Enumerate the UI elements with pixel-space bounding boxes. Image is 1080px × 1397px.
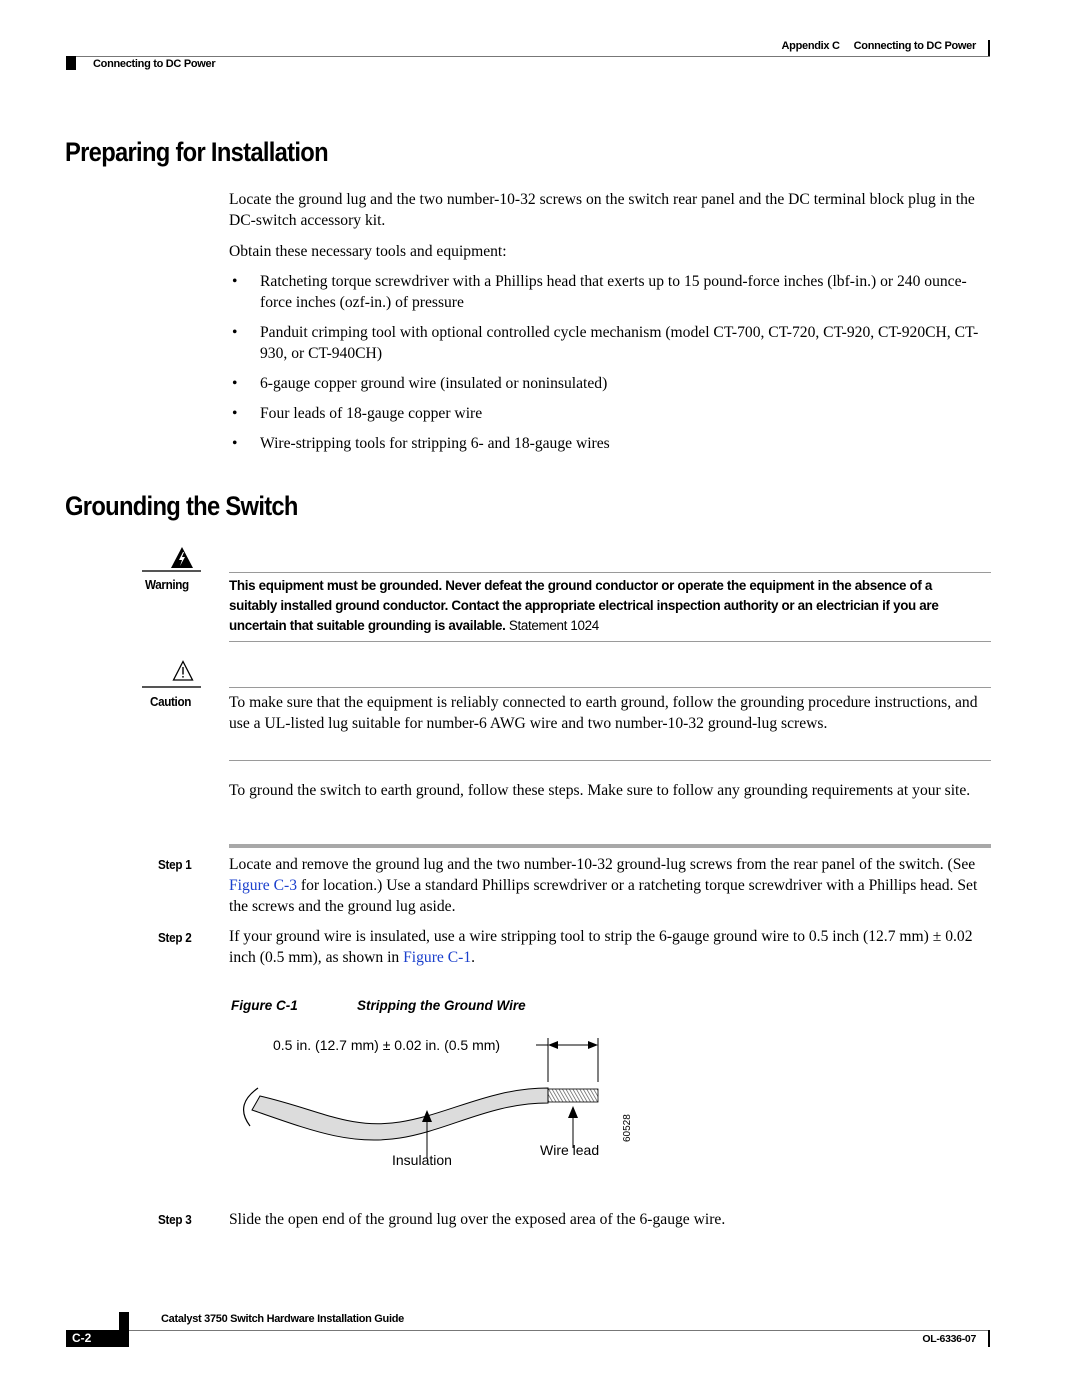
- figure-c1-link[interactable]: Figure C-1: [403, 949, 471, 966]
- figure-id: 60528: [622, 1114, 633, 1142]
- list-item: • Wire-stripping tools for stripping 6- a…: [232, 435, 610, 452]
- bullet-icon: •: [232, 435, 238, 452]
- caution-top-rule: [229, 687, 991, 688]
- list-item: • 6-gauge copper ground wire (insulated o…: [232, 375, 608, 392]
- figure-title: Stripping the Ground Wire: [357, 998, 526, 1013]
- wire-lead-label: Wire lead: [540, 1142, 600, 1158]
- section-title-grounding: Grounding the Switch: [65, 491, 298, 521]
- chapter-title-right: Connecting to DC Power: [853, 40, 977, 52]
- step-3-label: Step 3: [158, 1212, 192, 1227]
- warning-text: This equipment must be grounded. Never d…: [229, 578, 939, 634]
- statement-number: Statement 1024: [505, 618, 599, 634]
- warning-bottom-rule: [229, 641, 991, 642]
- appendix-label: Appendix C: [781, 40, 840, 52]
- preparing-lead: Obtain these necessary tools and equipme…: [229, 243, 507, 260]
- header-marker: [66, 56, 76, 70]
- bullet-icon: •: [232, 324, 238, 341]
- header-rule: [66, 56, 990, 57]
- arrow-left-icon: [548, 1041, 558, 1049]
- footer-marker: [119, 1312, 129, 1330]
- page-number: C-2: [66, 1330, 129, 1347]
- caution-icon-rule: [142, 686, 201, 688]
- list-item: • Four leads of 18-gauge copper wire: [232, 405, 483, 422]
- warning-icon-rule: [142, 570, 201, 572]
- list-item: • Panduit crimping tool with optional con…: [232, 324, 979, 362]
- procedure-rule: [229, 844, 991, 848]
- figure-number: Figure C-1: [231, 998, 298, 1013]
- running-header-right: Appendix C Connecting to DC Power: [781, 40, 977, 52]
- bullet-icon: •: [232, 375, 238, 392]
- arrow-right-icon: [588, 1041, 598, 1049]
- caution-triangle-icon: [172, 660, 194, 681]
- warning-label: Warning: [145, 577, 189, 592]
- caution-text: To make sure that the equipment is relia…: [229, 694, 978, 732]
- step-1-label: Step 1: [158, 857, 192, 872]
- footer-edge-bar: [988, 1330, 990, 1347]
- caution-bottom-rule: [229, 760, 991, 761]
- section-title-preparing: Preparing for Installation: [65, 137, 329, 167]
- list-item: • Ratcheting torque screwdriver with a Ph…: [232, 273, 967, 311]
- tools-list: • Ratcheting torque screwdriver with a Ph…: [229, 271, 991, 463]
- preparing-intro: Locate the ground lug and the two number…: [229, 191, 975, 229]
- step-2-label: Step 2: [158, 930, 192, 945]
- wire-lead: [547, 1088, 599, 1103]
- doc-number: OL-6336-07: [922, 1333, 976, 1345]
- chapter-title-left: Connecting to DC Power: [93, 58, 216, 70]
- figure-c3-link[interactable]: Figure C-3: [229, 877, 297, 894]
- electrical-hazard-icon: [171, 547, 193, 568]
- bullet-icon: •: [232, 405, 238, 422]
- warning-top-rule: [229, 572, 991, 573]
- step-2-text: If your ground wire is insulated, use a …: [229, 928, 973, 966]
- grounding-intro: To ground the switch to earth ground, fo…: [229, 782, 971, 799]
- footer-rule: [66, 1330, 990, 1331]
- step-1-text: Locate and remove the ground lug and the…: [229, 856, 978, 915]
- header-edge-bar: [988, 40, 990, 57]
- insulation-label: Insulation: [392, 1152, 452, 1168]
- bullet-icon: •: [232, 273, 238, 290]
- step-3-text: Slide the open end of the ground lug ove…: [229, 1211, 726, 1228]
- caution-label: Caution: [150, 694, 192, 709]
- wire-insulation: [251, 1087, 549, 1141]
- guide-title: Catalyst 3750 Switch Hardware Installati…: [161, 1313, 404, 1325]
- arrow-up-icon: [568, 1106, 578, 1118]
